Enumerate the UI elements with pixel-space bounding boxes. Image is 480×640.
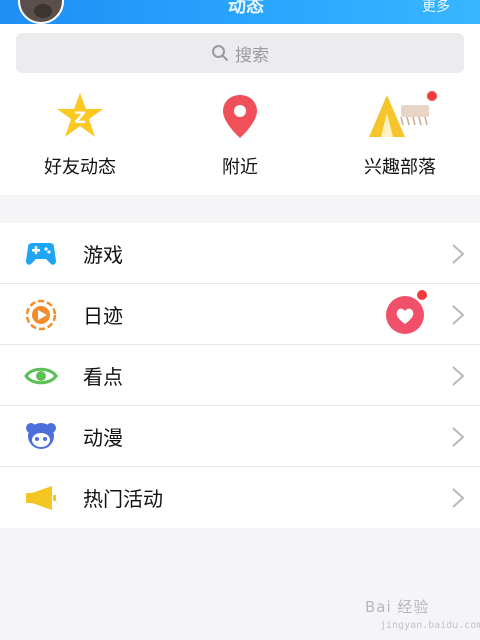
quick-action-tribe[interactable]: 兴趣部落 — [320, 91, 480, 179]
location-pin-icon — [215, 91, 265, 141]
menu-item-games[interactable]: 游戏 — [0, 223, 480, 284]
heart-avatar-badge — [385, 290, 427, 334]
gamepad-icon — [26, 243, 56, 265]
menu-item-anime[interactable]: 动漫 — [0, 406, 480, 467]
search-icon — [212, 45, 228, 61]
quick-action-nearby[interactable]: 附近 — [160, 91, 320, 179]
quick-action-label: 附近 — [222, 157, 258, 178]
quick-action-label: 兴趣部落 — [364, 157, 436, 178]
quick-action-friends[interactable]: Z 好友动态 — [0, 91, 160, 179]
search-placeholder: 搜索 — [235, 45, 269, 66]
search-bar[interactable]: 搜索 — [16, 33, 464, 73]
menu-item-label: 游戏 — [83, 242, 123, 267]
watermark: Bai 经验 — [365, 598, 430, 616]
menu-list: 游戏 日迹 看点 动漫 热门活动 — [0, 223, 480, 528]
header-more-button[interactable]: 更多 — [422, 0, 450, 16]
svg-text:Z: Z — [74, 108, 86, 127]
chevron-right-icon — [452, 244, 465, 264]
qzone-star-icon: Z — [55, 91, 105, 141]
chevron-right-icon — [452, 366, 465, 386]
menu-item-daily-trace[interactable]: 日迹 — [0, 284, 480, 345]
heart-icon — [386, 296, 424, 334]
watermark-url: jingyan.baidu.com — [380, 620, 480, 631]
menu-item-label: 日迹 — [83, 303, 123, 328]
play-circle-icon — [25, 299, 57, 331]
chevron-right-icon — [452, 427, 465, 447]
tribe-tent-icon — [365, 91, 437, 141]
chevron-right-icon — [452, 488, 465, 508]
chevron-right-icon — [452, 305, 465, 325]
menu-item-highlights[interactable]: 看点 — [0, 345, 480, 406]
anime-character-icon — [26, 423, 56, 449]
menu-item-label: 热门活动 — [83, 487, 163, 511]
menu-item-events[interactable]: 热门活动 — [0, 467, 480, 528]
top-header: 动态 更多 — [0, 0, 480, 24]
notification-dot — [417, 290, 427, 300]
menu-item-label: 动漫 — [83, 425, 123, 450]
quick-action-label: 好友动态 — [44, 157, 116, 178]
notification-dot — [427, 91, 437, 101]
eye-icon — [24, 367, 58, 385]
header-title: 动态 — [228, 0, 264, 17]
top-section: 搜索 Z 好友动态 附近 兴趣部落 — [0, 24, 480, 195]
megaphone-icon — [26, 486, 56, 510]
avatar[interactable] — [18, 0, 64, 24]
menu-item-label: 看点 — [83, 364, 123, 389]
